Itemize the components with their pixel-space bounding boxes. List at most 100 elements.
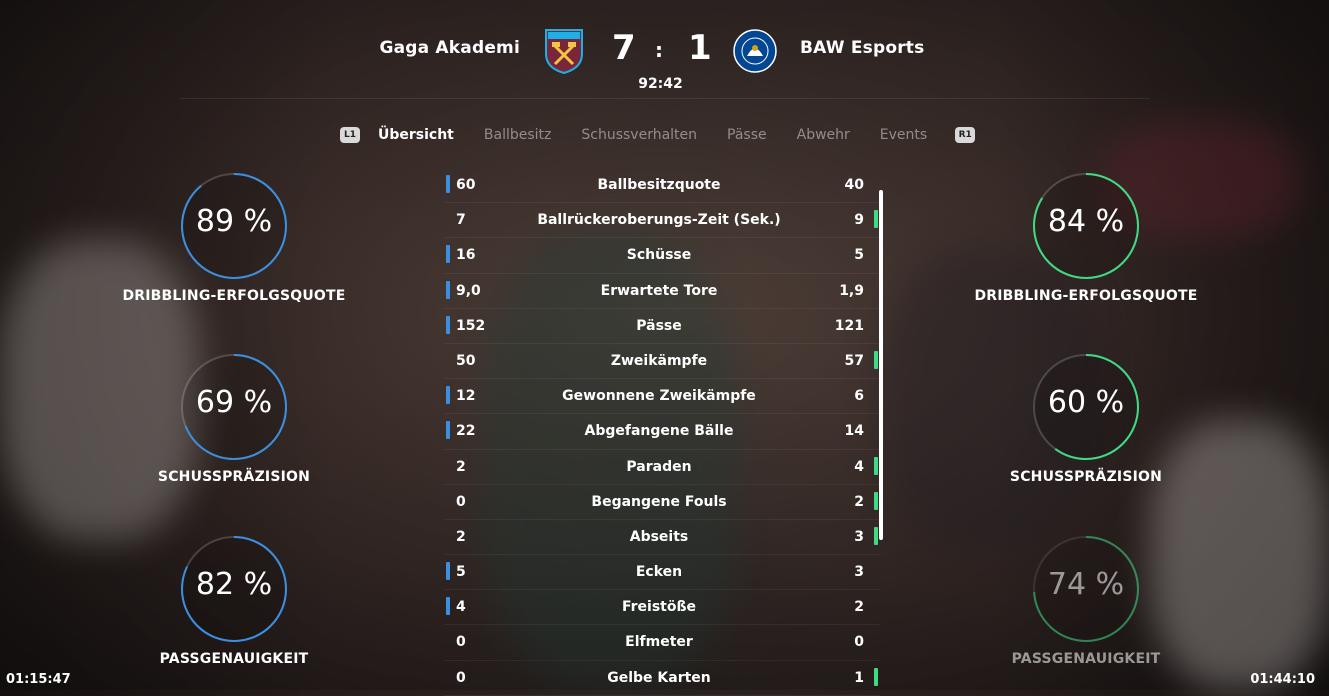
stats-tab-bar: L1 Übersicht Ballbesitz Schussverhalten … bbox=[340, 124, 976, 146]
home-lead-indicator bbox=[446, 280, 450, 299]
away-stat-value: 40 bbox=[844, 177, 864, 193]
home-stat-value: 5 bbox=[456, 564, 466, 581]
stat-name: Schüsse bbox=[626, 247, 692, 264]
stat-row: 152 Pässe 121 bbox=[444, 309, 880, 344]
home-lead-indicator bbox=[446, 421, 450, 440]
match-clock: 92:42 bbox=[638, 76, 683, 92]
stat-row: 9,0 Erwartete Tore 1,9 bbox=[444, 274, 880, 309]
stat-name: Erwartete Tore bbox=[600, 282, 718, 299]
home-stat-value: 9,0 bbox=[456, 282, 481, 299]
home-lead-indicator bbox=[446, 245, 450, 264]
home-stat-value: 152 bbox=[456, 317, 486, 334]
ring-label: PASSGENAUIGKEIT bbox=[1011, 651, 1161, 667]
stat-row: 2 Paraden 4 bbox=[444, 450, 880, 485]
stat-row: 7 Ballrückeroberungs-Zeit (Sek.) 9 bbox=[444, 203, 880, 239]
away-stat-value: 121 bbox=[834, 317, 864, 334]
ring-value: 74 % bbox=[1047, 567, 1125, 602]
away-lead-indicator bbox=[874, 456, 878, 475]
home-stat-value: 12 bbox=[456, 388, 476, 405]
ring-label: DRIBBLING-ERFOLGSQUOTE bbox=[122, 288, 346, 304]
stat-ring: 84 % DRIBBLING-ERFOLGSQUOTE bbox=[966, 171, 1206, 304]
stat-name: Elfmeter bbox=[625, 634, 693, 651]
ring-value: 60 % bbox=[1047, 385, 1125, 420]
r1-button-icon[interactable]: R1 bbox=[955, 127, 976, 143]
away-stat-value: 3 bbox=[854, 528, 864, 545]
home-lead-indicator bbox=[446, 597, 450, 616]
stat-ring: 69 % SCHUSSPRÄZISION bbox=[114, 352, 354, 485]
stat-row: 50 Zweikämpfe 57 bbox=[444, 344, 880, 380]
stat-row: 0 Gelbe Karten 1 bbox=[444, 661, 880, 696]
stat-name: Ballbesitzquote bbox=[597, 177, 721, 193]
away-team-name: BAW Esports bbox=[800, 38, 925, 58]
tab-schussverhalten[interactable]: Schussverhalten bbox=[581, 127, 697, 143]
west-ham-crest-icon bbox=[545, 29, 583, 74]
stat-name: Gewonnene Zweikämpfe bbox=[562, 388, 756, 405]
away-lead-indicator bbox=[874, 491, 878, 510]
stat-ring: 82 % PASSGENAUIGKEIT bbox=[114, 534, 354, 667]
home-stat-value: 2 bbox=[456, 458, 466, 475]
stat-row: 0 Elfmeter 0 bbox=[444, 625, 880, 661]
stat-row: 16 Schüsse 5 bbox=[444, 238, 880, 274]
tab-ballbesitz[interactable]: Ballbesitz bbox=[484, 127, 551, 143]
away-lead-indicator bbox=[874, 350, 878, 369]
stat-name: Ballrückeroberungs-Zeit (Sek.) bbox=[537, 212, 781, 229]
away-stat-value: 6 bbox=[854, 388, 864, 405]
stat-row: 60 Ballbesitzquote 40 bbox=[444, 168, 880, 204]
stat-name: Ecken bbox=[635, 564, 683, 581]
home-stat-value: 16 bbox=[456, 247, 476, 264]
ring-value: 89 % bbox=[195, 204, 273, 239]
stat-name: Abseits bbox=[629, 528, 689, 545]
chelsea-crest-icon bbox=[733, 29, 777, 73]
ring-value: 82 % bbox=[195, 567, 273, 602]
scrollbar[interactable] bbox=[879, 190, 883, 540]
away-stat-value: 1 bbox=[854, 669, 864, 686]
stat-ring: 89 % DRIBBLING-ERFOLGSQUOTE bbox=[114, 171, 354, 304]
stat-name: Begangene Fouls bbox=[591, 493, 727, 510]
away-stat-value: 9 bbox=[854, 212, 864, 229]
stat-ring: 60 % SCHUSSPRÄZISION bbox=[966, 352, 1206, 485]
away-stat-value: 57 bbox=[844, 352, 864, 369]
home-stat-value: 0 bbox=[456, 669, 466, 686]
away-stat-value: 2 bbox=[854, 599, 864, 616]
away-stat-value: 14 bbox=[844, 423, 864, 440]
away-stat-value: 2 bbox=[854, 493, 864, 510]
away-score: 1 bbox=[688, 28, 712, 68]
stat-name: Paraden bbox=[626, 458, 692, 475]
stats-table: 60 Ballbesitzquote 40 7 Ballrückeroberungs-Z… bbox=[444, 168, 880, 696]
home-lead-indicator bbox=[446, 562, 450, 581]
away-lead-indicator bbox=[874, 526, 878, 545]
l1-button-icon[interactable]: L1 bbox=[340, 127, 360, 143]
away-stat-value: 4 bbox=[854, 458, 864, 475]
ring-label: DRIBBLING-ERFOLGSQUOTE bbox=[974, 288, 1198, 304]
home-lead-indicator bbox=[446, 175, 450, 193]
stat-row: 4 Freistöße 2 bbox=[444, 590, 880, 626]
tab-paesse[interactable]: Pässe bbox=[727, 127, 767, 143]
home-stat-value: 22 bbox=[456, 423, 476, 440]
away-lead-indicator bbox=[874, 210, 878, 229]
stat-name: Pässe bbox=[636, 317, 682, 334]
stat-name: Abgefangene Bälle bbox=[584, 423, 734, 440]
ring-label: SCHUSSPRÄZISION bbox=[157, 469, 311, 485]
home-stat-value: 2 bbox=[456, 528, 466, 545]
home-stat-value: 4 bbox=[456, 599, 466, 616]
stat-row: 2 Abseits 3 bbox=[444, 520, 880, 556]
home-stat-value: 7 bbox=[456, 212, 466, 229]
stat-name: Gelbe Karten bbox=[607, 669, 711, 686]
tab-abwehr[interactable]: Abwehr bbox=[797, 127, 850, 143]
ring-value: 69 % bbox=[195, 385, 273, 420]
stat-row: 12 Gewonnene Zweikämpfe 6 bbox=[444, 379, 880, 415]
left-timestamp: 01:15:47 bbox=[6, 672, 71, 687]
home-lead-indicator bbox=[446, 386, 450, 405]
stat-name: Freistöße bbox=[621, 599, 697, 616]
away-stat-value: 1,9 bbox=[839, 282, 864, 299]
home-stat-value: 50 bbox=[456, 352, 476, 369]
away-stat-value: 0 bbox=[854, 634, 864, 651]
tab-events[interactable]: Events bbox=[880, 127, 927, 143]
tab-uebersicht[interactable]: Übersicht bbox=[378, 127, 454, 143]
stat-row: 0 Begangene Fouls 2 bbox=[444, 485, 880, 520]
score-separator: : bbox=[655, 38, 663, 62]
stat-row: 22 Abgefangene Bälle 14 bbox=[444, 414, 880, 450]
stat-name: Zweikämpfe bbox=[610, 352, 708, 369]
home-stat-value: 60 bbox=[456, 177, 476, 193]
stat-row: 5 Ecken 3 bbox=[444, 555, 880, 591]
